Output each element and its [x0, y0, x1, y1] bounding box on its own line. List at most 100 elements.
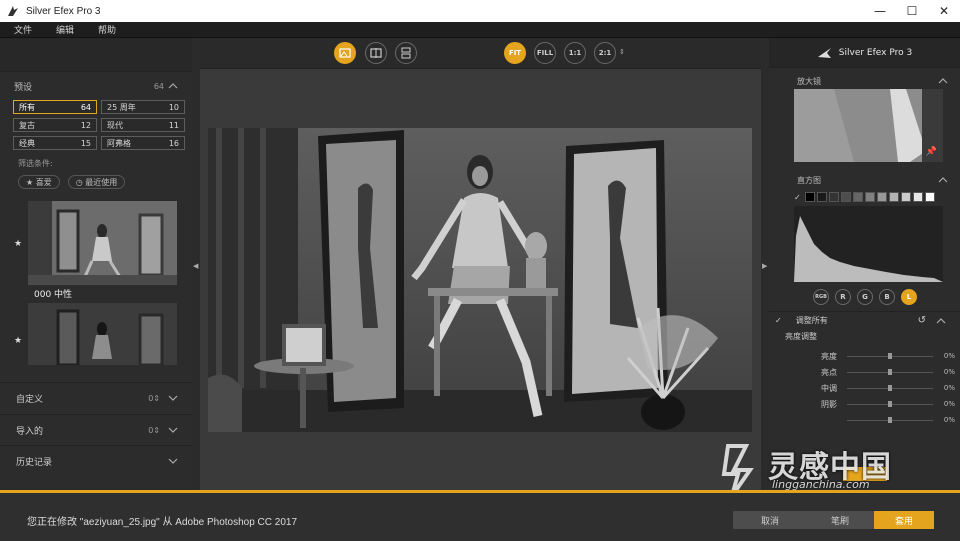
slider-midtones[interactable]: 中调 0% — [769, 380, 960, 396]
slider-track[interactable] — [847, 352, 933, 359]
preset-vintage[interactable]: 复古 12 — [13, 118, 97, 132]
slider-extra[interactable]: 0% — [769, 412, 960, 428]
preset-count: 15 — [80, 138, 91, 148]
slider-label: 亮度 — [821, 351, 837, 361]
slider-track[interactable] — [847, 400, 933, 407]
split-view-button[interactable] — [365, 42, 387, 64]
slider-track[interactable] — [847, 416, 933, 423]
slider-knob[interactable] — [888, 352, 892, 359]
zoom-200-button[interactable]: 2:1 — [594, 42, 616, 64]
slider-highlights[interactable]: 亮点 0% — [769, 364, 960, 380]
zoom-stepper-icon[interactable]: ⇕ — [619, 48, 625, 56]
menu-help[interactable]: 帮助 — [84, 23, 126, 36]
tone-swatch[interactable] — [876, 192, 887, 202]
chevron-down-icon[interactable] — [168, 425, 178, 435]
presets-count: 64 — [153, 81, 164, 91]
preset-label: 阿弗格 — [107, 138, 131, 148]
channel-r-button[interactable]: R — [835, 289, 851, 305]
loupe-header[interactable]: 放大镜 — [769, 73, 960, 89]
preset-25th-anniversary[interactable]: 25 周年 10 — [101, 100, 185, 114]
apply-button[interactable]: 套用 — [874, 511, 934, 529]
channel-g-button[interactable]: G — [857, 289, 873, 305]
main-photo[interactable] — [208, 128, 752, 432]
chevron-down-icon[interactable] — [168, 456, 178, 466]
preset-thumbnail-neutral[interactable] — [28, 201, 177, 285]
loupe-preview[interactable]: 📌 — [794, 89, 943, 162]
preset-modern[interactable]: 现代 11 — [101, 118, 185, 132]
checkmark-icon[interactable]: ✓ — [794, 193, 801, 202]
side-by-side-view-button[interactable] — [395, 42, 417, 64]
slider-label: 中调 — [821, 383, 837, 393]
filter-recent-button[interactable]: ◷ 最近使用 — [67, 175, 126, 189]
menu-file[interactable]: 文件 — [0, 23, 42, 36]
channel-rgb-button[interactable]: RGB — [813, 289, 829, 305]
tone-swatch[interactable] — [840, 192, 851, 202]
slider-label: 亮点 — [821, 367, 837, 377]
close-button[interactable]: ✕ — [928, 0, 960, 22]
chevron-up-icon[interactable] — [936, 316, 946, 326]
brush-button[interactable]: 笔刷 — [803, 511, 877, 529]
title-bar: Silver Efex Pro 3 — ☐ ✕ — [0, 0, 960, 22]
adjust-all-title: 调整所有 — [795, 316, 828, 325]
tone-swatch[interactable] — [888, 192, 899, 202]
tone-swatch[interactable] — [864, 192, 875, 202]
channel-b-button[interactable]: B — [879, 289, 895, 305]
slider-knob[interactable] — [888, 416, 892, 423]
panel-action-button[interactable] — [843, 467, 887, 481]
presets-header[interactable]: 预设 64 — [0, 74, 192, 98]
preset-avant-garde[interactable]: 阿弗格 16 — [101, 136, 185, 150]
collapse-right-panel-icon[interactable]: ▶ — [762, 262, 768, 270]
slider-brightness[interactable]: 亮度 0% — [769, 348, 960, 364]
adjust-all-header[interactable]: ✓ 调整所有 ↺ — [769, 311, 960, 329]
preset-thumbnail-list: ★ 000 中性 ★ — [0, 201, 192, 365]
preset-thumbnail-second[interactable] — [28, 303, 177, 365]
right-panel: Silver Efex Pro 3 放大镜 📌 直方图 ✓ RGB R G B … — [769, 38, 960, 490]
single-view-icon — [339, 48, 351, 58]
cancel-button[interactable]: 取消 — [733, 511, 807, 529]
slider-track[interactable] — [847, 384, 933, 391]
pin-icon[interactable]: 📌 — [926, 147, 937, 157]
custom-presets-section[interactable]: 自定义 0⇕ — [0, 382, 192, 413]
zoom-100-button[interactable]: 1:1 — [564, 42, 586, 64]
slider-label: 阴影 — [821, 399, 837, 409]
imported-presets-section[interactable]: 导入的 0⇕ — [0, 414, 192, 445]
zoom-fill-button[interactable]: FILL — [534, 42, 556, 64]
collapse-left-panel-icon[interactable]: ◀ — [193, 262, 199, 270]
tone-swatch[interactable] — [804, 192, 815, 202]
slider-knob[interactable] — [888, 368, 892, 375]
preset-classic[interactable]: 经典 15 — [13, 136, 97, 150]
tone-swatch[interactable] — [816, 192, 827, 202]
preset-all[interactable]: 所有 64 — [13, 100, 97, 114]
tone-swatch[interactable] — [900, 192, 911, 202]
silver-efex-logo-icon — [817, 47, 831, 58]
chevron-down-icon[interactable] — [168, 393, 178, 403]
tone-swatch[interactable] — [852, 192, 863, 202]
single-view-button[interactable] — [334, 42, 356, 64]
reset-icon[interactable]: ↺ — [918, 315, 926, 326]
slider-shadows[interactable]: 阴影 0% — [769, 396, 960, 412]
tone-swatch[interactable] — [924, 192, 935, 202]
favorite-star-icon[interactable]: ★ — [14, 239, 22, 249]
checkmark-icon[interactable]: ✓ — [775, 316, 782, 325]
chevron-up-icon[interactable] — [938, 175, 948, 185]
zoom-fit-button[interactable]: FIT — [504, 42, 526, 64]
slider-value: 0% — [943, 368, 955, 376]
history-section[interactable]: 历史记录 — [0, 445, 192, 476]
channel-l-button[interactable]: L — [901, 289, 917, 305]
slider-knob[interactable] — [888, 400, 892, 407]
histogram-header[interactable]: 直方图 — [769, 172, 960, 188]
tone-swatch[interactable] — [828, 192, 839, 202]
tone-swatch[interactable] — [912, 192, 923, 202]
chevron-up-icon[interactable] — [938, 76, 948, 86]
slider-track[interactable] — [847, 368, 933, 375]
favorite-star-icon[interactable]: ★ — [14, 336, 22, 346]
filter-favorites-button[interactable]: ★ 喜爱 — [18, 175, 60, 189]
presets-title: 预设 — [14, 82, 33, 93]
chevron-up-icon[interactable] — [168, 81, 178, 91]
section-label: 导入的 — [16, 426, 44, 437]
preset-label: 经典 — [19, 138, 35, 148]
minimize-button[interactable]: — — [864, 0, 896, 22]
menu-edit[interactable]: 编辑 — [42, 23, 84, 36]
slider-knob[interactable] — [888, 384, 892, 391]
maximize-button[interactable]: ☐ — [896, 0, 928, 22]
